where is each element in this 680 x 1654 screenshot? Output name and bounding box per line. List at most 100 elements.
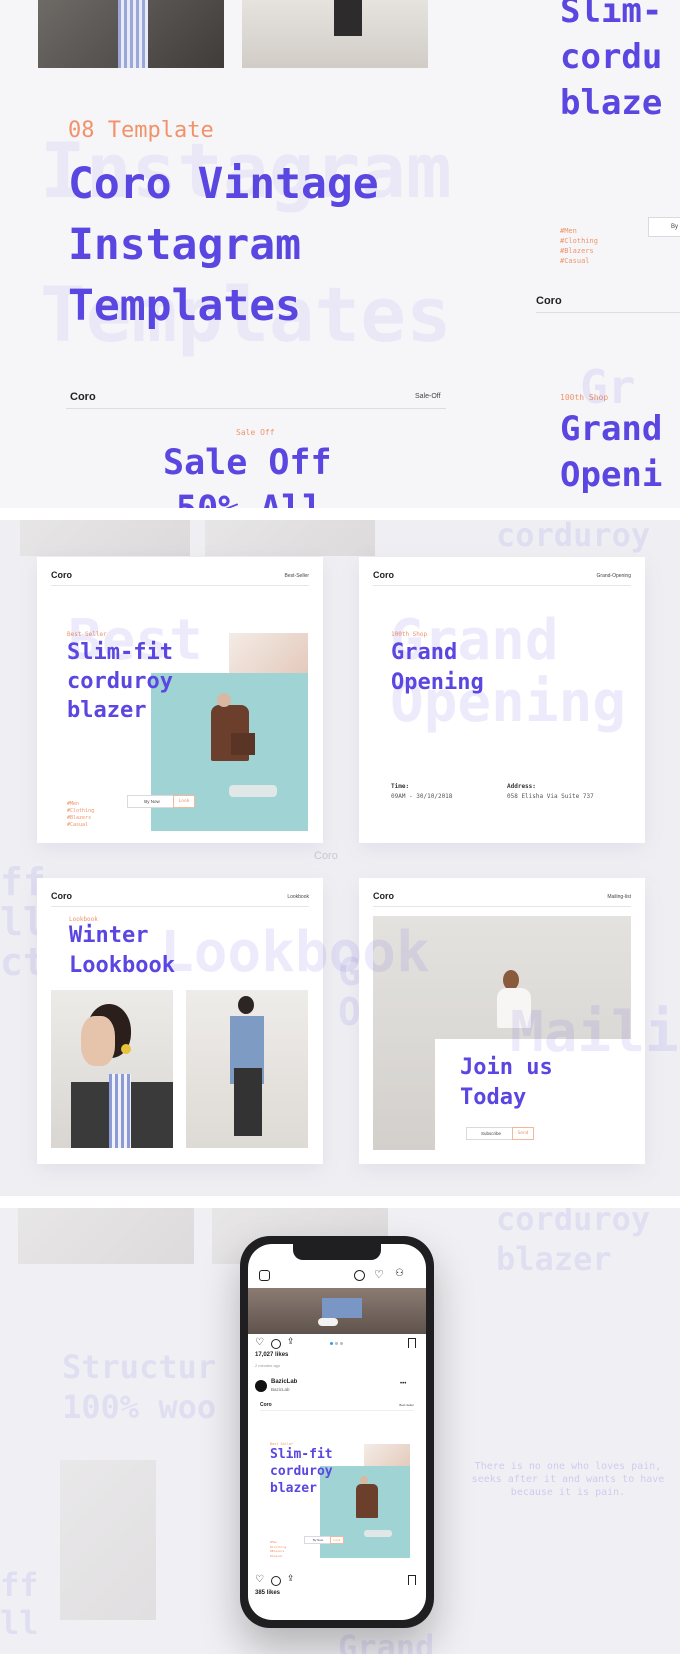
post-photo-model <box>320 1466 410 1558</box>
post-time-ago: 2 minutes ago <box>255 1363 281 1368</box>
card4-brand: Coro <box>373 891 394 901</box>
hero-title-line-3: Templates <box>68 281 301 331</box>
card2-addr-value: 058 Elisha Via Suite 737 <box>507 793 594 800</box>
card3-title-2: Lookbook <box>69 953 175 978</box>
right-card-buy-button[interactable]: By <box>648 217 680 237</box>
phone-bg-struct-1: Structur <box>62 1348 217 1386</box>
post-list: #Men #Clothing #Blazers #Casual <box>270 1540 287 1558</box>
more-options-icon[interactable]: ••• <box>400 1381 406 1387</box>
bookmark-icon[interactable] <box>408 1338 416 1348</box>
sale-card-title-2: 50% All <box>176 489 324 508</box>
grid-bg-coro: Coro <box>314 850 338 862</box>
right-card-title-3: blaze <box>560 83 663 123</box>
post-card[interactable]: Coro Best-Seller Best Seller Slim-fit co… <box>254 1398 420 1570</box>
card3-small: Lookbook <box>69 916 98 923</box>
post-look-button[interactable]: Look <box>330 1536 344 1544</box>
card1-buy-button[interactable]: By Now <box>127 795 177 808</box>
right-card-title-1: Slim- <box>560 0 663 31</box>
card4-title-2: Today <box>460 1085 527 1110</box>
sale-card-brand: Coro <box>70 391 96 403</box>
phone-bg-blazer: blazer <box>496 1240 612 1278</box>
likes-count-top: 17,027 likes <box>255 1352 289 1358</box>
card3-photo-fullbody <box>186 990 308 1148</box>
card2-title-1: Grand <box>391 640 458 665</box>
card1-brand: Coro <box>51 570 72 580</box>
right-card-list: #Men #Clothing #Blazers #Casual <box>560 227 598 265</box>
phone-bg-quote-3: because it is pain. <box>510 1487 626 1498</box>
phone-bg-quote-1: There is no one who loves pain, <box>474 1461 662 1472</box>
feed-photo-top <box>248 1288 426 1334</box>
card1-look-button[interactable]: Look <box>173 795 195 808</box>
hero-title-line-2: Instagram <box>68 220 301 270</box>
likes-count-bottom: 385 likes <box>255 1590 281 1596</box>
like-icon[interactable]: ♡ <box>255 1337 264 1348</box>
hero-photo-left <box>38 0 224 68</box>
card2-time-label: Time: <box>391 783 410 790</box>
post-title-3: blazer <box>270 1481 317 1496</box>
section-divider-1 <box>0 508 680 520</box>
account-name[interactable]: BazicLab <box>271 1379 297 1385</box>
right-card-brand: Coro <box>536 295 562 307</box>
explore-icon[interactable] <box>354 1270 365 1281</box>
card2-time-value: 09AM - 30/10/2018 <box>391 793 453 800</box>
sale-card-tag: Sale-Off <box>415 393 441 400</box>
card1-list: #Men #Clothing #Blazers #Casual <box>67 801 95 828</box>
card2-addr-label: Address: <box>507 783 536 790</box>
template-count: 08 Template <box>68 118 214 143</box>
account-avatar[interactable] <box>255 1380 267 1392</box>
phone-screen: ♡ ⚇ ♡ ⇪ 17,027 likes 2 minutes ago Bazic… <box>248 1244 426 1620</box>
grid-bg-ghost-lookbook: Lookbook <box>160 920 430 985</box>
post-title-1: Slim-fit <box>270 1447 333 1462</box>
like-icon-bottom[interactable]: ♡ <box>255 1574 264 1585</box>
sale-card-title-1: Sale Off <box>163 443 332 483</box>
card1-title-3: blazer <box>67 698 147 723</box>
hero-photo-middle <box>242 0 428 68</box>
carousel-dots <box>330 1342 346 1345</box>
heart-icon[interactable]: ♡ <box>374 1268 384 1281</box>
card4-subscribe-button[interactable]: Subscribe <box>466 1127 516 1140</box>
grid-bg-ghost-o: O <box>338 990 361 1034</box>
phone-bg-quote-2: seeks after it and wants to have <box>471 1474 665 1485</box>
profile-icon[interactable]: ⚇ <box>395 1268 404 1279</box>
card1-title-1: Slim-fit <box>67 640 173 665</box>
share-icon[interactable]: ⇪ <box>287 1337 295 1347</box>
card4-title-1: Join us <box>460 1055 553 1080</box>
card3-brand: Coro <box>51 891 72 901</box>
card1-title-2: corduroy <box>67 669 173 694</box>
card3-title-1: Winter <box>69 923 149 948</box>
grid-bg-ghost-top: corduroy <box>496 520 651 554</box>
phone-bg-grand: Grand <box>338 1628 435 1654</box>
post-buy-button[interactable]: By Now <box>304 1536 332 1544</box>
phone-bg-struct-2: 100% woo <box>62 1388 217 1426</box>
shop-card-title-1: Grand <box>560 409 663 449</box>
post-brand: Coro <box>260 1402 272 1408</box>
card3-tag: Lookbook <box>287 894 309 900</box>
card2-title-2: Opening <box>391 670 484 695</box>
card4-tag: Mailing-list <box>607 894 631 900</box>
grid-section: corduroy Best Grand Opening ff ll ct Loo… <box>0 520 680 1196</box>
phone-bg-corduroy: corduroy <box>496 1208 651 1238</box>
account-sub: BazicLab <box>271 1387 290 1392</box>
card2-brand: Coro <box>373 570 394 580</box>
card4-send-button[interactable]: Send <box>512 1127 534 1140</box>
comment-icon[interactable] <box>271 1339 281 1349</box>
shop-card-title-2: Openi <box>560 455 663 495</box>
card-best-seller[interactable]: Coro Best-Seller Best Seller Slim-fit co… <box>37 557 323 843</box>
instagram-camera-icon[interactable] <box>259 1270 270 1281</box>
phone-notch <box>293 1244 381 1260</box>
share-icon-bottom[interactable]: ⇪ <box>287 1574 295 1584</box>
sale-card-small: Sale Off <box>236 428 275 437</box>
right-card-title-2: cordu <box>560 37 663 77</box>
post-tag: Best-Seller <box>399 1403 414 1407</box>
phone-bg-ff: ff <box>0 1566 39 1604</box>
phone-section: corduroy blazer Structur 100% woo ff ll … <box>0 1208 680 1654</box>
bookmark-icon-bottom[interactable] <box>408 1575 416 1585</box>
section-divider-2 <box>0 1196 680 1208</box>
hero-title-line-1: Coro Vintage <box>68 159 379 209</box>
phone-bg-ll: ll <box>0 1604 39 1642</box>
comment-icon-bottom[interactable] <box>271 1576 281 1586</box>
hero-section: Instagram Templates 08 Template Coro Vin… <box>0 0 680 508</box>
card2-tag: Grand-Opening <box>596 573 631 579</box>
phone-mockup: ♡ ⚇ ♡ ⇪ 17,027 likes 2 minutes ago Bazic… <box>240 1236 434 1628</box>
post-title-2: corduroy <box>270 1464 333 1479</box>
